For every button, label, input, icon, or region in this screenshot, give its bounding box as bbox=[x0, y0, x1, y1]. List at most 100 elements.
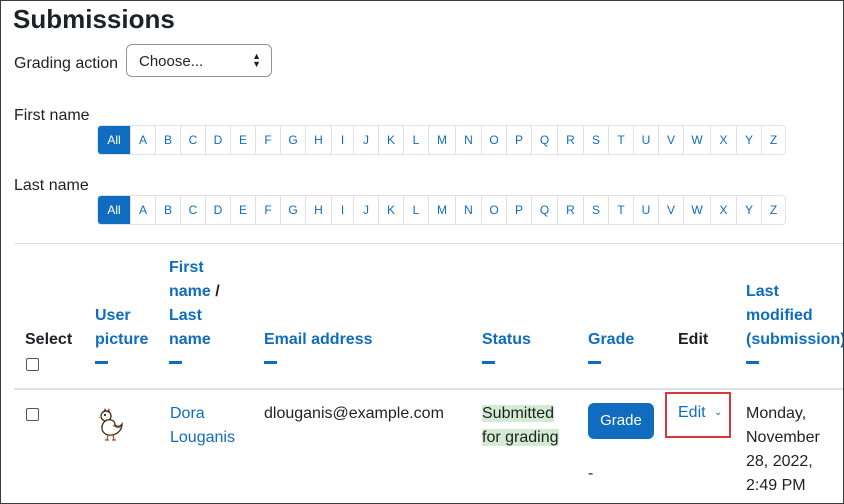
header-last-modified-line3: (submission) bbox=[746, 331, 844, 348]
user-avatar-chicken-icon bbox=[98, 408, 123, 441]
edit-menu-toggle[interactable]: Edit bbox=[678, 404, 706, 422]
header-select: Select bbox=[25, 328, 72, 352]
select-all-checkbox[interactable] bbox=[26, 358, 39, 371]
first-initial-r[interactable]: R bbox=[557, 126, 583, 154]
modified-line4: 2:49 PM bbox=[746, 477, 806, 494]
first-initial-g[interactable]: G bbox=[280, 126, 305, 154]
last-initial-m[interactable]: M bbox=[428, 196, 455, 224]
first-initial-x[interactable]: X bbox=[710, 126, 736, 154]
first-initial-v[interactable]: V bbox=[658, 126, 683, 154]
header-grade[interactable]: Grade bbox=[588, 328, 634, 364]
header-user-picture[interactable]: User picture bbox=[95, 304, 148, 364]
first-name: Dora bbox=[170, 405, 205, 422]
first-initial-t[interactable]: T bbox=[608, 126, 633, 154]
header-grade-label: Grade bbox=[588, 331, 635, 348]
first-initial-q[interactable]: Q bbox=[531, 126, 557, 154]
last-initial-k[interactable]: K bbox=[378, 196, 403, 224]
chevron-down-icon: ⌄ bbox=[714, 407, 723, 418]
grading-action-label: Grading action bbox=[14, 55, 119, 72]
last-initial-i[interactable]: I bbox=[331, 196, 353, 224]
status-badge: Submitted for grading bbox=[482, 402, 559, 450]
header-first-name-line1[interactable]: First bbox=[169, 259, 204, 276]
header-user-picture-line2: picture bbox=[95, 331, 149, 348]
last-initial-n[interactable]: N bbox=[455, 196, 481, 224]
last-initial-z[interactable]: Z bbox=[761, 196, 785, 224]
first-initial-b[interactable]: B bbox=[155, 126, 180, 154]
last-initial-b[interactable]: B bbox=[155, 196, 180, 224]
last-initial-all[interactable]: All bbox=[98, 196, 130, 224]
grade-button[interactable]: Grade bbox=[588, 403, 654, 439]
first-initial-a[interactable]: A bbox=[130, 126, 155, 154]
last-initial-u[interactable]: U bbox=[633, 196, 658, 224]
first-initial-u[interactable]: U bbox=[633, 126, 658, 154]
first-initial-w[interactable]: W bbox=[683, 126, 710, 154]
last-initial-f[interactable]: F bbox=[255, 196, 280, 224]
header-email[interactable]: Email address bbox=[264, 328, 373, 364]
status-line1: Submitted bbox=[482, 405, 555, 422]
header-last-name-line2[interactable]: name bbox=[169, 331, 211, 348]
first-name-initials-bar: All A B C D E F G H I J K L M N O P Q R S T U V W X Y Z bbox=[97, 125, 786, 155]
modified-line2: November bbox=[746, 429, 820, 446]
grade-value: - bbox=[588, 465, 594, 482]
collapse-icon[interactable] bbox=[588, 361, 601, 364]
first-initial-e[interactable]: E bbox=[230, 126, 255, 154]
collapse-icon[interactable] bbox=[169, 361, 182, 364]
last-initial-q[interactable]: Q bbox=[531, 196, 557, 224]
email-cell: dlouganis@example.com bbox=[264, 405, 444, 422]
header-divider bbox=[14, 388, 843, 390]
first-initial-p[interactable]: P bbox=[506, 126, 531, 154]
header-last-modified-line2: modified bbox=[746, 307, 813, 324]
header-last-name-line1[interactable]: Last bbox=[169, 307, 202, 324]
row-select-checkbox[interactable] bbox=[26, 408, 39, 421]
first-initial-j[interactable]: J bbox=[353, 126, 378, 154]
first-initial-f[interactable]: F bbox=[255, 126, 280, 154]
first-initial-c[interactable]: C bbox=[180, 126, 205, 154]
first-initial-z[interactable]: Z bbox=[761, 126, 785, 154]
user-full-name-link[interactable]: Dora Louganis bbox=[170, 402, 235, 450]
first-initial-m[interactable]: M bbox=[428, 126, 455, 154]
first-initial-d[interactable]: D bbox=[205, 126, 230, 154]
header-last-modified-line1: Last bbox=[746, 283, 779, 300]
first-initial-i[interactable]: I bbox=[331, 126, 353, 154]
last-initial-c[interactable]: C bbox=[180, 196, 205, 224]
last-initial-l[interactable]: L bbox=[403, 196, 428, 224]
first-name-filter-label: First name bbox=[14, 107, 90, 124]
first-initial-y[interactable]: Y bbox=[736, 126, 761, 154]
first-initial-k[interactable]: K bbox=[378, 126, 403, 154]
last-initial-a[interactable]: A bbox=[130, 196, 155, 224]
header-last-modified[interactable]: Last modified (submission) bbox=[746, 280, 844, 364]
last-initial-r[interactable]: R bbox=[557, 196, 583, 224]
last-initial-h[interactable]: H bbox=[305, 196, 331, 224]
collapse-icon[interactable] bbox=[482, 361, 495, 364]
last-initial-v[interactable]: V bbox=[658, 196, 683, 224]
header-first-last-name: First name / Last name bbox=[169, 256, 220, 364]
status-line2: for grading bbox=[482, 429, 559, 446]
first-initial-s[interactable]: S bbox=[583, 126, 608, 154]
collapse-icon[interactable] bbox=[264, 361, 277, 364]
last-initial-o[interactable]: O bbox=[481, 196, 506, 224]
first-initial-h[interactable]: H bbox=[305, 126, 331, 154]
last-initial-d[interactable]: D bbox=[205, 196, 230, 224]
first-initial-o[interactable]: O bbox=[481, 126, 506, 154]
header-select-label: Select bbox=[25, 331, 73, 348]
last-initial-s[interactable]: S bbox=[583, 196, 608, 224]
last-initial-x[interactable]: X bbox=[710, 196, 736, 224]
header-status[interactable]: Status bbox=[482, 328, 531, 364]
collapse-icon[interactable] bbox=[746, 361, 759, 364]
first-initial-n[interactable]: N bbox=[455, 126, 481, 154]
grading-action-select[interactable]: Choose... ▲ ▼ bbox=[126, 44, 272, 77]
first-initial-all[interactable]: All bbox=[98, 126, 130, 154]
last-initial-y[interactable]: Y bbox=[736, 196, 761, 224]
last-initial-p[interactable]: P bbox=[506, 196, 531, 224]
last-initial-g[interactable]: G bbox=[280, 196, 305, 224]
last-initial-j[interactable]: J bbox=[353, 196, 378, 224]
header-edit-label: Edit bbox=[678, 331, 709, 348]
edit-menu-highlight[interactable]: Edit ⌄ bbox=[665, 392, 731, 438]
select-arrows-icon: ▲ ▼ bbox=[252, 51, 261, 69]
last-initial-t[interactable]: T bbox=[608, 196, 633, 224]
last-initial-w[interactable]: W bbox=[683, 196, 710, 224]
last-initial-e[interactable]: E bbox=[230, 196, 255, 224]
collapse-icon[interactable] bbox=[95, 361, 108, 364]
header-first-name-line2[interactable]: name bbox=[169, 283, 211, 300]
first-initial-l[interactable]: L bbox=[403, 126, 428, 154]
